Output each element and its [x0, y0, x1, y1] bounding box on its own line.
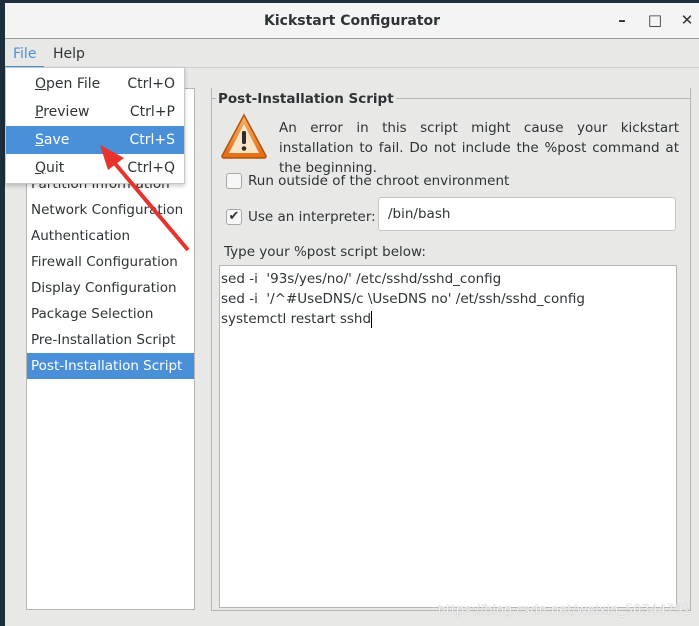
menu-item-label: Preview	[35, 104, 90, 120]
interpreter-label: Use an interpreter:	[248, 209, 376, 225]
menu-file[interactable]: File	[5, 46, 45, 68]
menu-help[interactable]: Help	[53, 46, 85, 62]
frame-legend: Post-Installation Script	[216, 91, 396, 107]
script-label: Type your %post script below:	[224, 244, 426, 260]
window-title: Kickstart Configurator	[264, 13, 440, 29]
file-menu-dropdown: Open File Ctrl+O Preview Ctrl+P Save Ctrl+S Qu…	[5, 67, 185, 184]
shortcut: Ctrl+Q	[127, 160, 175, 176]
chroot-label: Run outside of the chroot environment	[248, 173, 510, 189]
maximize-button[interactable]: □	[645, 11, 665, 31]
menu-item-label: Quit	[35, 160, 65, 176]
minimize-button[interactable]: –	[612, 11, 632, 31]
menu-item-save[interactable]: Save Ctrl+S	[6, 126, 184, 154]
sidebar-item[interactable]: Authentication	[27, 223, 194, 249]
sidebar-item[interactable]: Display Configuration	[27, 275, 194, 301]
shortcut: Ctrl+S	[129, 132, 175, 148]
sidebar-item[interactable]: Network Configuration	[27, 197, 194, 223]
shortcut: Ctrl+O	[127, 76, 175, 92]
interpreter-checkbox[interactable]: ✔	[226, 209, 242, 225]
script-line: sed -i '93s/yes/no/' /etc/sshd/sshd_conf…	[221, 271, 502, 287]
script-line: systemctl restart sshd	[221, 309, 675, 329]
warning-icon	[221, 113, 267, 159]
sidebar-item[interactable]: Package Selection	[27, 301, 194, 327]
sidebar-item[interactable]: Post-Installation Script	[27, 353, 194, 379]
post-script-textarea[interactable]: sed -i '93s/yes/no/' /etc/sshd/sshd_conf…	[219, 265, 677, 608]
interpreter-input[interactable]: /bin/bash	[378, 197, 676, 231]
shortcut: Ctrl+P	[129, 104, 175, 120]
sidebar-item[interactable]: Firewall Configuration	[27, 249, 194, 275]
sidebar-item[interactable]: Pre-Installation Script	[27, 327, 194, 353]
close-button[interactable]: ✕	[677, 11, 697, 31]
menu-item-quit[interactable]: Quit Ctrl+Q	[6, 154, 184, 182]
menu-item-open-file[interactable]: Open File Ctrl+O	[6, 70, 184, 98]
text-caret	[371, 310, 373, 328]
title-bar: Kickstart Configurator – □ ✕	[5, 3, 699, 39]
chroot-checkbox[interactable]	[226, 173, 242, 189]
menu-item-label: Save	[35, 132, 70, 148]
menu-item-preview[interactable]: Preview Ctrl+P	[6, 98, 184, 126]
warning-text: An error in this script might cause your…	[279, 120, 679, 176]
script-line-text: systemctl restart sshd	[221, 311, 372, 327]
menu-item-label: Open File	[35, 76, 101, 92]
watermark: https://blog.csdn.net/weixin_50344792	[437, 603, 691, 618]
script-line: sed -i '/^#UseDNS/c \UseDNS no' /et/ssh/…	[221, 291, 585, 307]
menu-bar: File Help	[5, 40, 699, 68]
